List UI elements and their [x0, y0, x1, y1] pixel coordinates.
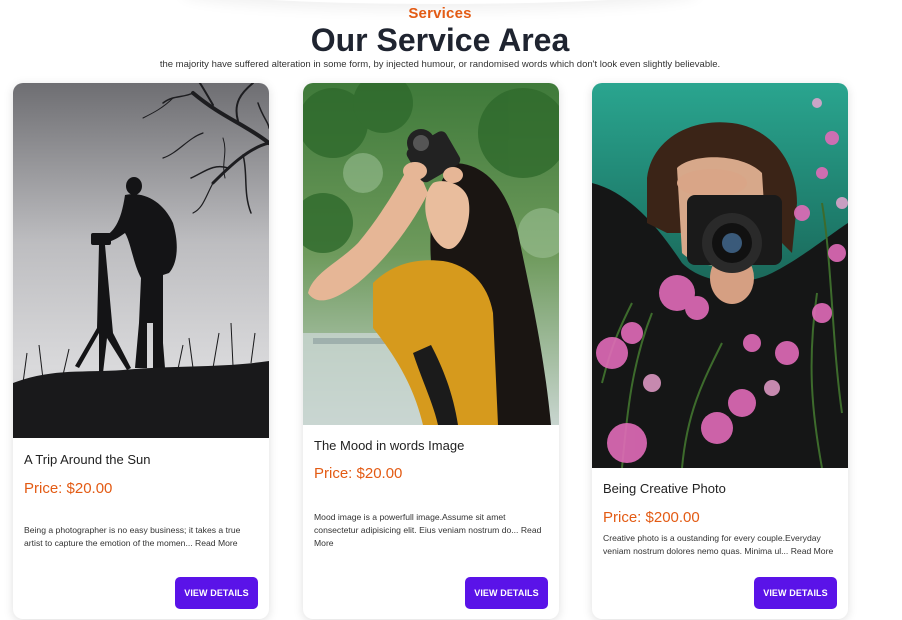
card-title: Being Creative Photo: [603, 481, 726, 496]
view-details-button[interactable]: VIEW DETAILS: [754, 577, 837, 609]
card-description-text: Creative photo is a oustanding for every…: [603, 533, 821, 556]
card-price: Price: $200.00: [603, 509, 700, 526]
card-title: The Mood in words Image: [314, 438, 465, 453]
woman-with-camera-image: [303, 83, 559, 425]
read-more-link[interactable]: Read More: [791, 546, 834, 556]
top-shadow-decoration: [180, 0, 700, 4]
read-more-link[interactable]: Read More: [195, 538, 238, 548]
service-card: Being Creative Photo Price: $200.00 Crea…: [592, 83, 848, 619]
card-title: A Trip Around the Sun: [24, 452, 151, 467]
section-title: Our Service Area: [310, 22, 570, 58]
card-description: Creative photo is a oustanding for every…: [603, 532, 838, 558]
section-subtitle: the majority have suffered alteration in…: [159, 59, 721, 70]
card-price: Price: $20.00: [24, 480, 113, 497]
photographer-behind-flowers-image: [592, 83, 848, 468]
view-details-button[interactable]: VIEW DETAILS: [465, 577, 548, 609]
photographer-silhouette-image: [13, 83, 269, 438]
section-eyebrow: Services: [408, 5, 472, 22]
card-description: Mood image is a powerfull image.Assume s…: [314, 511, 549, 550]
service-card: A Trip Around the Sun Price: $20.00 Bein…: [13, 83, 269, 619]
card-description: Being a photographer is no easy business…: [24, 524, 259, 550]
card-price: Price: $20.00: [314, 465, 403, 482]
card-description-text: Mood image is a powerfull image.Assume s…: [314, 512, 519, 535]
view-details-button[interactable]: VIEW DETAILS: [175, 577, 258, 609]
service-card: The Mood in words Image Price: $20.00 Mo…: [303, 83, 559, 619]
